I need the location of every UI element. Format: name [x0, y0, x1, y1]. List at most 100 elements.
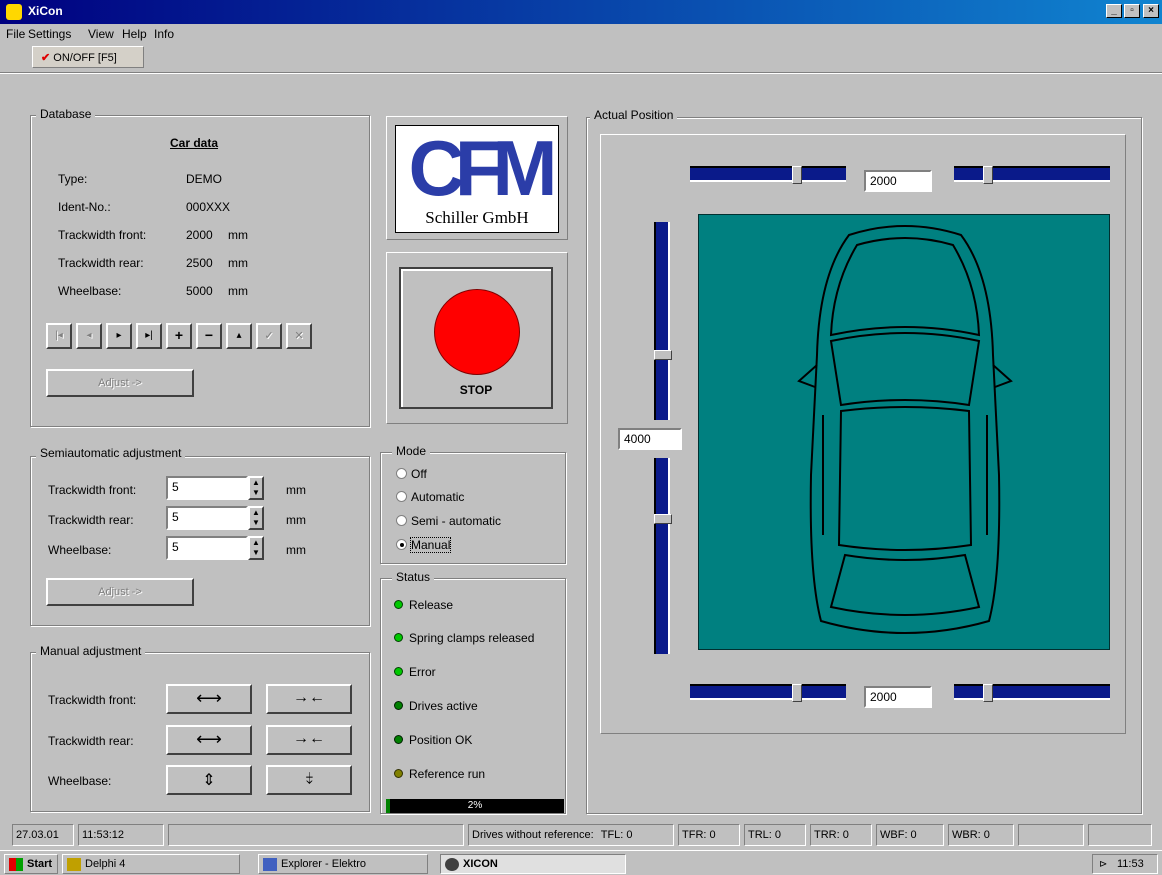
- db-type-value: DEMO: [186, 172, 222, 186]
- db-trackfront-unit: mm: [228, 228, 248, 242]
- app-icon: [6, 4, 22, 20]
- next-record-icon[interactable]: ▸: [106, 323, 132, 349]
- bottom-right-slider[interactable]: [954, 684, 1110, 702]
- db-adjust-button[interactable]: Adjust ->: [46, 369, 194, 397]
- prior-record-icon[interactable]: ◂: [76, 323, 102, 349]
- semi-trackfront-input[interactable]: 5: [166, 476, 248, 500]
- reference-progress-bar: 2%: [386, 799, 564, 813]
- db-wheelbase-value: 5000: [186, 284, 213, 298]
- explorer-icon: [263, 858, 277, 871]
- slider-thumb[interactable]: [792, 684, 802, 702]
- trackfront-narrow-button[interactable]: →←: [266, 684, 352, 714]
- statusbar-extra2: [1088, 824, 1152, 846]
- slider-thumb[interactable]: [983, 684, 993, 702]
- semi-wheelbase-spinner[interactable]: ▲ ▼: [248, 536, 264, 560]
- semi-trackrear-input[interactable]: 5: [166, 506, 248, 530]
- menu-bar: File Settings View Help Info: [0, 24, 1162, 44]
- wheelbase-extend-button[interactable]: ⇕: [166, 765, 252, 795]
- status-led-icon: [394, 667, 403, 676]
- post-record-icon[interactable]: ✓: [256, 323, 282, 349]
- status-led-icon: [394, 633, 403, 642]
- first-record-icon[interactable]: |◂: [46, 323, 72, 349]
- semi-group-label: Semiautomatic adjustment: [36, 446, 186, 460]
- taskbar-delphi[interactable]: Delphi 4: [62, 854, 240, 874]
- status-led-icon: [394, 735, 403, 744]
- car-outline-icon: [797, 225, 1013, 634]
- last-record-icon[interactable]: ▸|: [136, 323, 162, 349]
- taskbar-explorer[interactable]: Explorer - Elektro: [258, 854, 428, 874]
- menu-info[interactable]: Info: [154, 27, 174, 41]
- left-top-slider[interactable]: [654, 222, 672, 420]
- statusbar-blank: [168, 824, 464, 846]
- db-trackrear-label: Trackwidth rear:: [58, 256, 144, 270]
- wheelbase-field[interactable]: 4000: [618, 428, 682, 450]
- semi-trackfront-spinner[interactable]: ▲ ▼: [248, 476, 264, 500]
- cfm-logo: CFM Schiller GmbH: [395, 125, 559, 233]
- database-group-label: Database: [36, 107, 96, 121]
- status-reference-label: Reference run: [409, 767, 486, 781]
- top-left-slider[interactable]: [690, 166, 846, 184]
- menu-help[interactable]: Help: [122, 27, 147, 41]
- mode-off-radio[interactable]: Off: [396, 467, 427, 481]
- statusbar-wbf: WBF: 0: [876, 824, 944, 846]
- trackrear-widen-button[interactable]: ⟷: [166, 725, 252, 755]
- slider-thumb[interactable]: [792, 166, 802, 184]
- statusbar-wbr: WBR: 0: [948, 824, 1014, 846]
- trackrear-narrow-button[interactable]: →←: [266, 725, 352, 755]
- insert-record-icon[interactable]: +: [166, 323, 192, 349]
- semi-adjust-button[interactable]: Adjust ->: [46, 578, 194, 606]
- manual-group-label: Manual adjustment: [36, 644, 146, 658]
- slider-thumb[interactable]: [983, 166, 993, 184]
- slider-thumb[interactable]: [654, 514, 672, 524]
- mode-manual-label: Manual: [409, 537, 452, 553]
- delete-record-icon[interactable]: −: [196, 323, 222, 349]
- onoff-button[interactable]: ✔ ON/OFF [F5]: [32, 46, 144, 68]
- position-group-label: Actual Position: [590, 108, 678, 122]
- statusbar-time: 11:53:12: [78, 824, 164, 846]
- mode-automatic-radio[interactable]: Automatic: [396, 490, 464, 504]
- mode-semi-radio[interactable]: Semi - automatic: [396, 514, 501, 528]
- maximize-button[interactable]: ▫: [1124, 4, 1140, 18]
- semi-wheelbase-input[interactable]: 5: [166, 536, 248, 560]
- taskbar-xicon[interactable]: XICON: [440, 854, 626, 874]
- top-right-slider[interactable]: [954, 166, 1110, 184]
- bottom-trackwidth-field[interactable]: 2000: [864, 686, 932, 708]
- cancel-record-icon[interactable]: ✕: [286, 323, 312, 349]
- onoff-label: ON/OFF [F5]: [53, 52, 117, 64]
- db-type-label: Type:: [58, 172, 88, 186]
- mode-off-label: Off: [411, 467, 427, 481]
- slider-thumb[interactable]: [654, 350, 672, 360]
- car-canvas: [698, 214, 1110, 650]
- statusbar-date: 27.03.01: [12, 824, 74, 846]
- db-wheelbase-label: Wheelbase:: [58, 284, 122, 298]
- left-bottom-slider[interactable]: [654, 458, 672, 654]
- radio-manual-icon: [396, 539, 407, 550]
- db-ident-value: 000XXX: [186, 200, 231, 214]
- status-led-icon: [394, 600, 403, 609]
- menu-view[interactable]: View: [88, 27, 114, 41]
- title-bar: XiCon _ ▫ ×: [0, 0, 1162, 24]
- menu-file[interactable]: File: [6, 27, 25, 41]
- trackfront-widen-button[interactable]: ⟷: [166, 684, 252, 714]
- status-error: Error: [394, 665, 436, 679]
- statusbar-tfr: TFR: 0: [678, 824, 740, 846]
- mode-manual-radio[interactable]: Manual: [396, 537, 452, 553]
- edit-record-icon[interactable]: ▴: [226, 323, 252, 349]
- stop-panel: STOP: [386, 252, 568, 424]
- radio-automatic-icon: [396, 491, 407, 502]
- taskbar-delphi-label: Delphi 4: [85, 858, 126, 870]
- manual-trackrear-label: Trackwidth rear:: [48, 734, 134, 748]
- stop-button[interactable]: STOP: [399, 267, 553, 409]
- menu-settings[interactable]: Settings: [28, 27, 71, 41]
- close-button[interactable]: ×: [1143, 4, 1159, 18]
- bottom-left-slider[interactable]: [690, 684, 846, 702]
- start-label: Start: [27, 858, 53, 870]
- wheelbase-shorten-button[interactable]: ⤈: [266, 765, 352, 795]
- status-position: Position OK: [394, 733, 472, 747]
- toolbar-divider: [0, 72, 1162, 74]
- semi-trackrear-spinner[interactable]: ▲ ▼: [248, 506, 264, 530]
- start-button[interactable]: Start: [4, 854, 58, 874]
- logo-company: Schiller GmbH: [425, 208, 529, 227]
- top-trackwidth-field[interactable]: 2000: [864, 170, 932, 192]
- minimize-button[interactable]: _: [1106, 4, 1122, 18]
